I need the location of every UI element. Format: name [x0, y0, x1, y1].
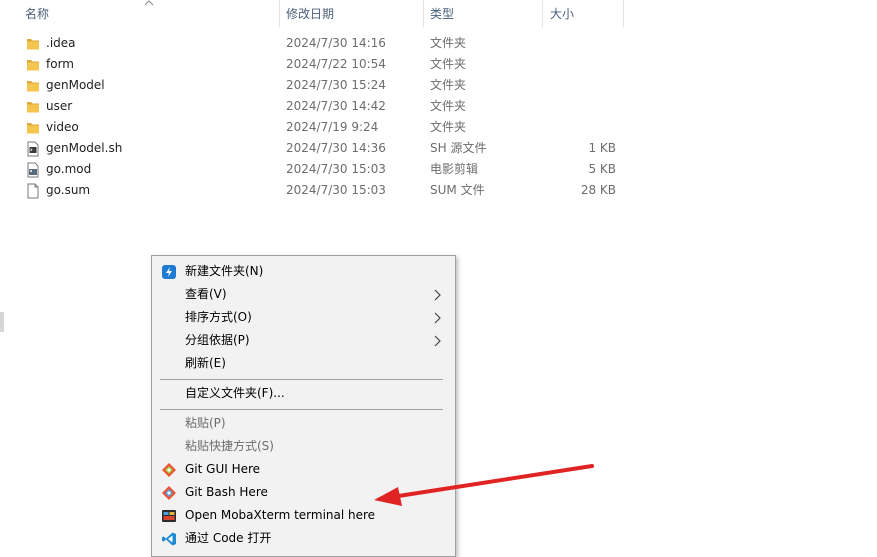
file-date: 2024/7/30 15:03	[286, 183, 386, 197]
file-row[interactable]: user 2024/7/30 14:42 文件夹	[0, 96, 877, 117]
file-type: 电影剪辑	[430, 162, 479, 176]
file-type: 文件夹	[430, 99, 467, 113]
menu-item-paste[interactable]: 粘贴(P)	[152, 412, 455, 435]
file-type: 文件夹	[430, 57, 467, 71]
column-divider[interactable]	[279, 0, 280, 28]
file-size	[545, 33, 616, 54]
file-size: 28 KB	[580, 183, 616, 197]
file-size: 1 KB	[588, 141, 616, 155]
menu-separator	[160, 409, 443, 410]
menu-item-label: 新建文件夹(N)	[185, 264, 264, 278]
menu-item-label: 分组依据(P)	[185, 333, 250, 347]
file-list: .idea 2024/7/30 14:16 文件夹 form 2024/7/22…	[0, 33, 877, 201]
file-name: genModel	[46, 78, 105, 92]
menu-item-label: 排序方式(O)	[185, 310, 252, 324]
folder-icon	[27, 81, 39, 92]
file-row[interactable]: video 2024/7/19 9:24 文件夹	[0, 117, 877, 138]
menu-item-paste-shortcut[interactable]: 粘贴快捷方式(S)	[152, 435, 455, 458]
vscode-icon	[162, 532, 176, 546]
menu-item-group-by[interactable]: 分组依据(P)	[152, 329, 455, 352]
folder-icon	[27, 123, 39, 134]
pane-resize-handle[interactable]	[0, 312, 4, 332]
file-date: 2024/7/30 14:42	[286, 99, 386, 113]
menu-item-label: 粘贴快捷方式(S)	[185, 439, 274, 453]
file-date: 2024/7/22 10:54	[286, 57, 386, 71]
chevron-right-icon	[434, 289, 441, 301]
menu-item-new-folder[interactable]: 新建文件夹(N)	[152, 260, 455, 283]
file-date: 2024/7/19 9:24	[286, 120, 379, 134]
menu-item-label: Git GUI Here	[185, 462, 261, 476]
file-row[interactable]: genModel.sh 2024/7/30 14:36 SH 源文件 1 KB	[0, 138, 877, 159]
menu-separator	[160, 379, 443, 380]
git-bash-icon	[162, 486, 176, 500]
menu-item-label: 刷新(E)	[185, 356, 226, 370]
menu-item-label: 自定义文件夹(F)...	[185, 386, 285, 400]
column-name-header[interactable]: 名称	[25, 0, 49, 28]
chevron-right-icon	[434, 312, 441, 324]
menu-item-customize-folder[interactable]: 自定义文件夹(F)...	[152, 382, 455, 405]
file-type: 文件夹	[430, 78, 467, 92]
folder-icon	[27, 39, 39, 50]
file-date: 2024/7/30 14:36	[286, 141, 386, 155]
file-type: 文件夹	[430, 120, 467, 134]
folder-icon	[27, 60, 39, 71]
shell-script-icon	[27, 141, 39, 157]
file-type: SUM 文件	[430, 183, 485, 197]
file-type: SH 源文件	[430, 141, 487, 155]
column-size-header[interactable]: 大小	[550, 0, 574, 28]
menu-item-label: 查看(V)	[185, 287, 227, 301]
menu-item-label: Open MobaXterm terminal here	[185, 508, 376, 522]
menu-item-label: Git Bash Here	[185, 485, 268, 499]
media-file-icon	[27, 162, 39, 178]
sort-ascending-icon	[144, 0, 154, 6]
blank-file-icon	[27, 183, 39, 199]
file-row[interactable]: .idea 2024/7/30 14:16 文件夹	[0, 33, 877, 54]
file-name: go.sum	[46, 183, 91, 197]
file-size: 5 KB	[588, 162, 616, 176]
menu-item-mobaxterm[interactable]: Open MobaXterm terminal here	[152, 504, 455, 527]
column-divider[interactable]	[623, 0, 624, 28]
menu-item-refresh[interactable]: 刷新(E)	[152, 352, 455, 375]
menu-item-view[interactable]: 查看(V)	[152, 283, 455, 306]
folder-icon	[27, 102, 39, 113]
git-gui-icon	[162, 463, 176, 477]
menu-item-label: 粘贴(P)	[185, 416, 226, 430]
file-date: 2024/7/30 15:24	[286, 78, 386, 92]
file-date: 2024/7/30 15:03	[286, 162, 386, 176]
file-name: video	[46, 120, 79, 134]
menu-item-open-with-code[interactable]: 通过 Code 打开	[152, 527, 455, 550]
chevron-right-icon	[434, 335, 441, 347]
file-name: form	[46, 57, 74, 71]
file-size	[545, 117, 616, 138]
file-name: genModel.sh	[46, 141, 123, 155]
context-menu: 新建文件夹(N) 查看(V) 排序方式(O) 分组依据(P) 刷新(E) 自定义…	[151, 255, 456, 557]
file-size	[545, 54, 616, 75]
file-type: 文件夹	[430, 36, 467, 50]
column-divider[interactable]	[542, 0, 543, 28]
mobaxterm-icon	[162, 510, 176, 522]
file-name: user	[46, 99, 73, 113]
column-divider[interactable]	[423, 0, 424, 28]
column-type-header[interactable]: 类型	[430, 0, 454, 28]
menu-item-git-gui[interactable]: Git GUI Here	[152, 458, 455, 481]
file-size	[545, 75, 616, 96]
column-date-header[interactable]: 修改日期	[286, 0, 334, 28]
file-row[interactable]: genModel 2024/7/30 15:24 文件夹	[0, 75, 877, 96]
file-size	[545, 96, 616, 117]
file-name: .idea	[46, 36, 76, 50]
file-date: 2024/7/30 14:16	[286, 36, 386, 50]
file-name: go.mod	[46, 162, 92, 176]
file-row[interactable]: go.sum 2024/7/30 15:03 SUM 文件 28 KB	[0, 180, 877, 201]
new-folder-icon	[162, 265, 176, 279]
file-row[interactable]: form 2024/7/22 10:54 文件夹	[0, 54, 877, 75]
menu-item-label: 通过 Code 打开	[185, 531, 272, 545]
menu-item-git-bash[interactable]: Git Bash Here	[152, 481, 455, 504]
column-header: 名称 修改日期 类型 大小	[0, 0, 877, 28]
file-row[interactable]: go.mod 2024/7/30 15:03 电影剪辑 5 KB	[0, 159, 877, 180]
menu-item-sort-by[interactable]: 排序方式(O)	[152, 306, 455, 329]
